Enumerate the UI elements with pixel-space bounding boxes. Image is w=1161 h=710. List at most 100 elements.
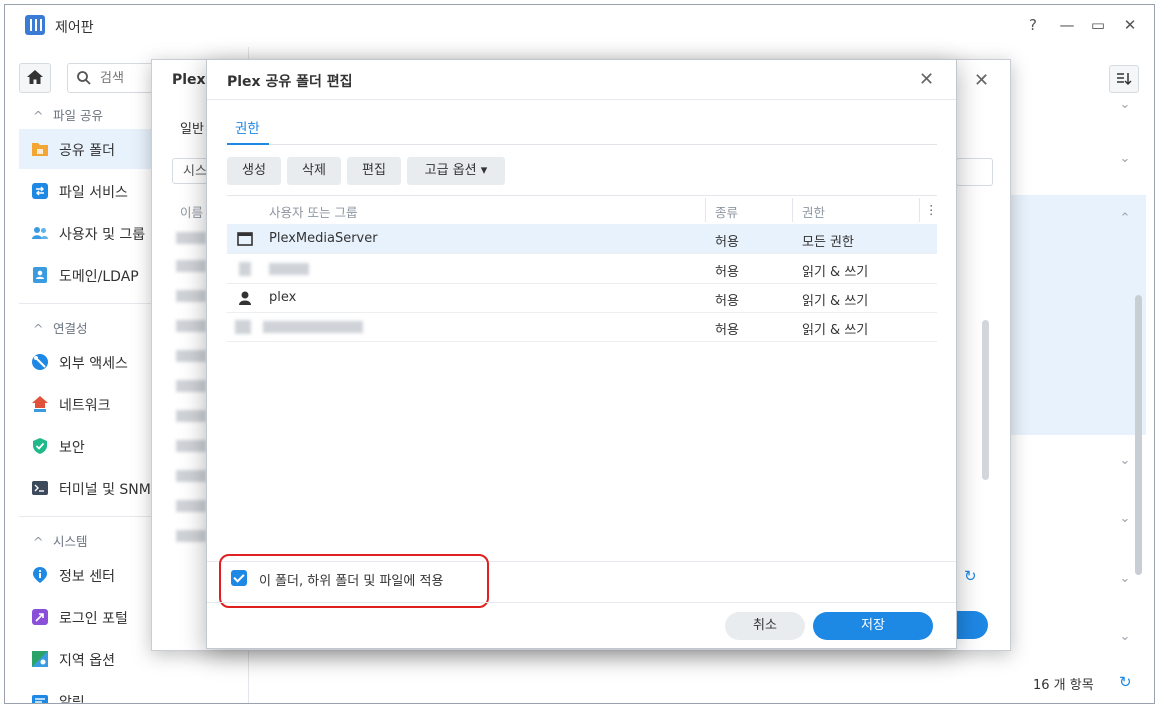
close-window-button[interactable]: ✕ <box>1120 15 1140 35</box>
maximize-button[interactable]: ▭ <box>1088 15 1108 35</box>
app-window-icon <box>237 232 253 246</box>
row-permission: 읽기 & 쓰기 <box>802 323 869 338</box>
row-type: 허용 <box>715 265 739 280</box>
table-row[interactable]: plex 허용 읽기 & 쓰기 <box>227 283 937 313</box>
redacted-user-name <box>263 321 363 333</box>
column-header-type[interactable]: 종류 <box>715 202 738 221</box>
redacted-item <box>176 320 206 332</box>
file-services-icon <box>32 183 48 199</box>
column-separator <box>792 198 793 222</box>
redacted-item <box>176 440 206 452</box>
column-separator <box>919 198 920 222</box>
table-row[interactable]: PlexMediaServer 허용 모든 권한 <box>227 224 937 254</box>
chevron-up-icon: ^ <box>33 108 44 123</box>
chevron-down-icon[interactable]: ⌄ <box>1105 571 1145 621</box>
redacted-item <box>176 260 206 272</box>
info-center-icon <box>33 567 47 583</box>
table-row[interactable]: 허용 읽기 & 쓰기 <box>227 312 937 342</box>
row-type: 허용 <box>715 235 739 250</box>
save-button[interactable]: 저장 <box>813 612 933 640</box>
refresh-icon[interactable]: ↻ <box>964 567 977 585</box>
chevron-up-icon[interactable]: ⌃ <box>1105 211 1145 261</box>
create-button[interactable]: 생성 <box>227 157 281 185</box>
chevron-down-icon[interactable]: ⌄ <box>1105 151 1145 201</box>
edit-shared-folder-dialog: Plex 공유 폴더 편집 ✕ 권한 생성 삭제 편집 고급 옵션 ▾ 사용자 … <box>206 59 957 649</box>
row-type: 허용 <box>715 294 739 309</box>
column-options-icon[interactable]: ⋮ <box>925 202 938 217</box>
domain-ldap-icon <box>33 267 47 283</box>
panel-scrollbar[interactable] <box>1135 295 1142 575</box>
security-shield-icon <box>33 438 47 454</box>
delete-button[interactable]: 삭제 <box>287 157 341 185</box>
login-portal-icon <box>32 609 48 625</box>
redacted-item <box>176 232 206 244</box>
row-user-name: plex <box>269 290 297 305</box>
sidebar-item-notification[interactable]: 알림 <box>19 681 248 703</box>
minimize-button[interactable]: — <box>1057 15 1077 35</box>
permissions-grid-header: 사용자 또는 그룹 종류 권한 ⋮ <box>227 195 938 225</box>
row-permission: 읽기 & 쓰기 <box>802 265 869 280</box>
chevron-up-icon: ^ <box>33 534 44 549</box>
shared-folder-icon <box>32 143 48 156</box>
tab-general[interactable]: 일반 <box>180 118 204 137</box>
redacted-item <box>176 530 206 542</box>
advanced-options-button[interactable]: 고급 옵션 ▾ <box>407 157 505 185</box>
back-dialog-field-right[interactable] <box>956 158 993 186</box>
tab-permissions[interactable]: 권한 <box>235 117 260 137</box>
user-icon <box>239 291 251 305</box>
window-title: 제어판 <box>55 20 94 36</box>
external-access-icon <box>32 354 48 370</box>
sort-icon <box>1117 73 1132 86</box>
chevron-down-icon[interactable]: ⌄ <box>1105 629 1145 679</box>
title-bar: 제어판 ? — ▭ ✕ <box>5 5 1154 45</box>
redacted-icon <box>239 262 251 276</box>
regional-options-icon <box>32 651 48 667</box>
chevron-up-icon: ^ <box>33 321 44 336</box>
highlight-annotation <box>219 554 489 608</box>
row-user-name: PlexMediaServer <box>269 231 378 246</box>
row-permission: 모든 권한 <box>802 235 854 250</box>
sort-button[interactable] <box>1109 65 1139 93</box>
user-group-icon <box>32 227 48 239</box>
section-system[interactable]: ^ 시스템 <box>33 531 88 550</box>
column-separator <box>705 198 706 222</box>
back-dialog-scrollbar[interactable] <box>982 320 989 480</box>
terminal-icon <box>32 481 48 495</box>
redacted-item <box>176 470 206 482</box>
home-icon <box>27 70 43 84</box>
close-icon[interactable]: ✕ <box>919 69 934 90</box>
tab-active-indicator <box>227 143 269 145</box>
row-permission: 읽기 & 쓰기 <box>802 294 869 309</box>
divider <box>207 602 956 603</box>
notification-icon <box>32 695 48 703</box>
divider <box>207 99 956 100</box>
section-connectivity[interactable]: ^ 연결성 <box>33 318 88 337</box>
tab-underline <box>227 144 937 145</box>
row-type: 허용 <box>715 323 739 338</box>
redacted-item <box>176 350 206 362</box>
item-count: 16 개 항목 <box>1033 678 1094 693</box>
redacted-item <box>176 500 206 512</box>
column-header-user[interactable]: 사용자 또는 그룹 <box>269 202 357 221</box>
column-header-name: 이름 <box>180 205 204 220</box>
back-dialog-field[interactable]: 시스 <box>172 158 209 184</box>
cancel-button[interactable]: 취소 <box>725 612 805 640</box>
control-panel-app-icon <box>25 15 45 35</box>
close-icon[interactable]: ✕ <box>974 70 989 91</box>
table-row[interactable]: 허용 읽기 & 쓰기 <box>227 254 937 284</box>
redacted-item <box>176 410 206 422</box>
redacted-item <box>176 380 206 392</box>
home-button[interactable] <box>19 63 51 93</box>
edit-button[interactable]: 편집 <box>347 157 401 185</box>
column-header-permission[interactable]: 권한 <box>802 202 825 221</box>
section-file-sharing[interactable]: ^ 파일 공유 <box>33 105 103 124</box>
refresh-icon[interactable]: ↻ <box>1119 673 1132 691</box>
search-icon <box>77 71 91 85</box>
redacted-icon <box>235 320 251 334</box>
chevron-down-icon[interactable]: ⌄ <box>1105 97 1145 147</box>
dialog-title: Plex 공유 폴더 편집 <box>227 74 353 90</box>
redacted-user-name <box>269 263 309 275</box>
network-icon <box>32 396 48 412</box>
help-button[interactable]: ? <box>1023 15 1043 35</box>
redacted-item <box>176 290 206 302</box>
